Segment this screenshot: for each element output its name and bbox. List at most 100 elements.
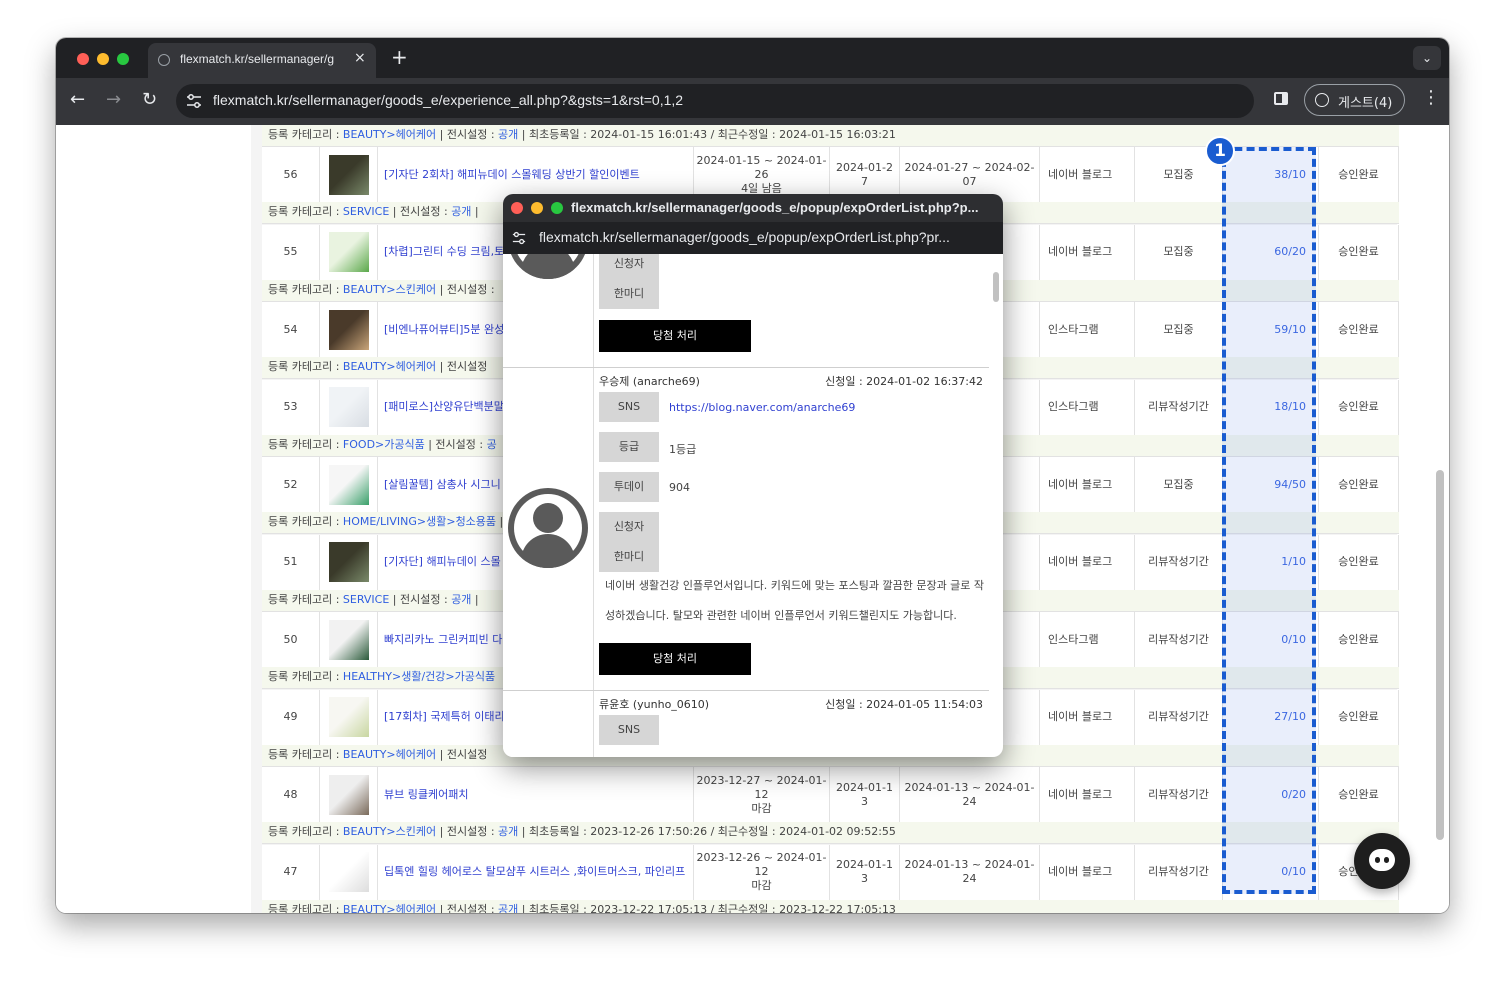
new-tab-button[interactable]: +: [391, 45, 408, 69]
browser-tab[interactable]: flexmatch.kr/sellermanager/g ×: [148, 43, 376, 78]
display-setting-value[interactable]: 공개: [498, 128, 518, 141]
campaign-status: 모집중: [1135, 457, 1223, 512]
category-link[interactable]: BEAUTY>헤어케어: [343, 128, 436, 141]
approval-status: 승인완료: [1319, 302, 1399, 357]
product-thumbnail[interactable]: [320, 302, 378, 357]
category-row: 등록 카테고리 : BEAUTY>헤어케어 | 전시설정 : 공개 | 최초등록…: [262, 899, 1399, 914]
category-link[interactable]: SERVICE: [343, 205, 389, 218]
apply-date: 신청일 : 2024-01-02 16:37:42: [825, 375, 983, 388]
order-list-popup: flexmatch.kr/sellermanager/goods_e/popup…: [503, 194, 1003, 757]
display-setting-label: | 전시설정 :: [436, 128, 499, 141]
approval-status: 승인완료: [1319, 457, 1399, 512]
item-number: 53: [262, 379, 320, 435]
item-number: 52: [262, 457, 320, 512]
product-title-link[interactable]: 뷰브 링클케어패치: [378, 767, 694, 822]
sns-label: SNS: [599, 392, 659, 422]
side-panel-icon[interactable]: [1274, 92, 1288, 105]
annotation-badge: 1: [1205, 136, 1235, 166]
site-settings-icon[interactable]: [512, 231, 526, 245]
minimize-window-button[interactable]: [97, 53, 109, 65]
address-bar[interactable]: flexmatch.kr/sellermanager/goods_e/exper…: [176, 84, 1254, 118]
close-window-button[interactable]: [77, 53, 89, 65]
display-setting-label: | 전시설정: [436, 747, 488, 761]
category-prefix: 등록 카테고리 :: [268, 205, 343, 218]
approval-status: 승인완료: [1319, 767, 1399, 822]
tab-search-button[interactable]: ⌄: [1413, 46, 1441, 70]
applicant-name: 류윤호 (yunho_0610): [599, 698, 710, 711]
display-setting-value[interactable]: 공개: [498, 903, 518, 914]
popup-title: flexmatch.kr/sellermanager/goods_e/popup…: [571, 200, 979, 215]
review-period: 2024-01-13 ~ 2024-01-24: [900, 767, 1040, 822]
category-link[interactable]: FOOD>가공식품: [343, 438, 425, 451]
category-link[interactable]: BEAUTY>헤어케어: [343, 360, 436, 373]
popup-close-button[interactable]: [511, 202, 523, 214]
display-setting-value[interactable]: 공: [487, 438, 497, 451]
category-prefix: 등록 카테고리 :: [268, 902, 343, 914]
item-number: 54: [262, 302, 320, 357]
category-link[interactable]: BEAUTY>스킨케어: [343, 825, 436, 838]
sns-channel: 네이버 블로그: [1040, 844, 1135, 900]
product-title-link[interactable]: 딥톡엔 힐링 헤어로스 탈모샴푸 시트러스 ,화이트머스크, 파인리프: [378, 844, 694, 900]
product-thumbnail[interactable]: [320, 767, 378, 822]
today-value: 904: [669, 481, 690, 494]
popup-zoom-button[interactable]: [551, 202, 563, 214]
campaign-status: 리뷰작성기간: [1135, 844, 1223, 900]
page-scrollbar[interactable]: [1436, 470, 1444, 840]
zoom-window-button[interactable]: [117, 53, 129, 65]
profile-button[interactable]: 게스트(4): [1304, 84, 1405, 116]
display-setting-value[interactable]: 공개: [498, 825, 518, 838]
applicant-name: 우승제 (anarche69): [599, 375, 700, 388]
product-thumbnail[interactable]: [320, 612, 378, 667]
product-thumbnail[interactable]: [320, 147, 378, 202]
reload-button[interactable]: ↻: [142, 90, 157, 110]
category-link[interactable]: HOME/LIVING>생활>청소용품: [343, 515, 496, 528]
campaign-status: 모집중: [1135, 302, 1223, 357]
select-winner-button[interactable]: 당첨 처리: [599, 320, 751, 352]
item-number: 55: [262, 224, 320, 280]
category-link[interactable]: SERVICE: [343, 593, 389, 606]
sns-channel: 인스타그램: [1040, 302, 1135, 357]
applicant-label: 신청자: [599, 512, 659, 542]
chat-icon: [1369, 849, 1395, 871]
product-thumbnail[interactable]: [320, 457, 378, 512]
close-icon[interactable]: ×: [354, 50, 366, 66]
campaign-status: 리뷰작성기간: [1135, 689, 1223, 745]
site-settings-icon[interactable]: [186, 93, 202, 109]
comment-label: 한마디: [599, 279, 659, 309]
select-winner-button[interactable]: 당첨 처리: [599, 643, 751, 675]
product-thumbnail[interactable]: [320, 379, 378, 435]
display-setting-value[interactable]: 공개: [451, 593, 471, 606]
display-setting-label: | 전시설정 :: [436, 282, 495, 296]
applicant-comment: 네이버 생활건강 인플루언서입니다. 키워드에 맞는 포스팅과 깔끔한 문장과 …: [605, 579, 985, 622]
product-thumbnail[interactable]: [320, 689, 378, 745]
category-prefix: 등록 카테고리 :: [268, 515, 343, 528]
category-prefix: 등록 카테고리 :: [268, 825, 343, 838]
count-column-highlight: [1222, 147, 1316, 894]
forward-button[interactable]: →: [106, 90, 121, 110]
sns-link[interactable]: https://blog.naver.com/anarche69: [669, 401, 855, 414]
product-thumbnail[interactable]: [320, 844, 378, 900]
registration-dates: | 최초등록일 : 2024-01-15 16:01:43 / 최근수정일 : …: [518, 128, 896, 141]
item-number: 50: [262, 612, 320, 667]
more-menu-icon[interactable]: ⋮: [1422, 88, 1440, 108]
back-button[interactable]: ←: [70, 90, 85, 110]
approval-status: 승인완료: [1319, 224, 1399, 280]
category-link[interactable]: BEAUTY>스킨케어: [343, 283, 436, 296]
display-setting-label: | 전시설정 :: [389, 592, 452, 606]
category-link[interactable]: HEALTHY>생활/건강>가공식품: [343, 670, 495, 683]
item-number: 47: [262, 844, 320, 900]
popup-scrollbar[interactable]: [993, 272, 999, 302]
product-thumbnail[interactable]: [320, 224, 378, 280]
comment-label: 한마디: [599, 542, 659, 572]
item-number: 56: [262, 147, 320, 202]
selection-date: 2024-01-1 3: [830, 844, 900, 900]
product-thumbnail[interactable]: [320, 534, 378, 590]
sns-channel: 네이버 블로그: [1040, 534, 1135, 590]
display-setting-value[interactable]: 공개: [451, 205, 471, 218]
category-link[interactable]: BEAUTY>헤어케어: [343, 748, 436, 761]
chat-button[interactable]: [1354, 833, 1410, 889]
sns-label: SNS: [599, 715, 659, 745]
approval-status: 승인완료: [1319, 689, 1399, 745]
category-link[interactable]: BEAUTY>헤어케어: [343, 903, 436, 914]
popup-minimize-button[interactable]: [531, 202, 543, 214]
